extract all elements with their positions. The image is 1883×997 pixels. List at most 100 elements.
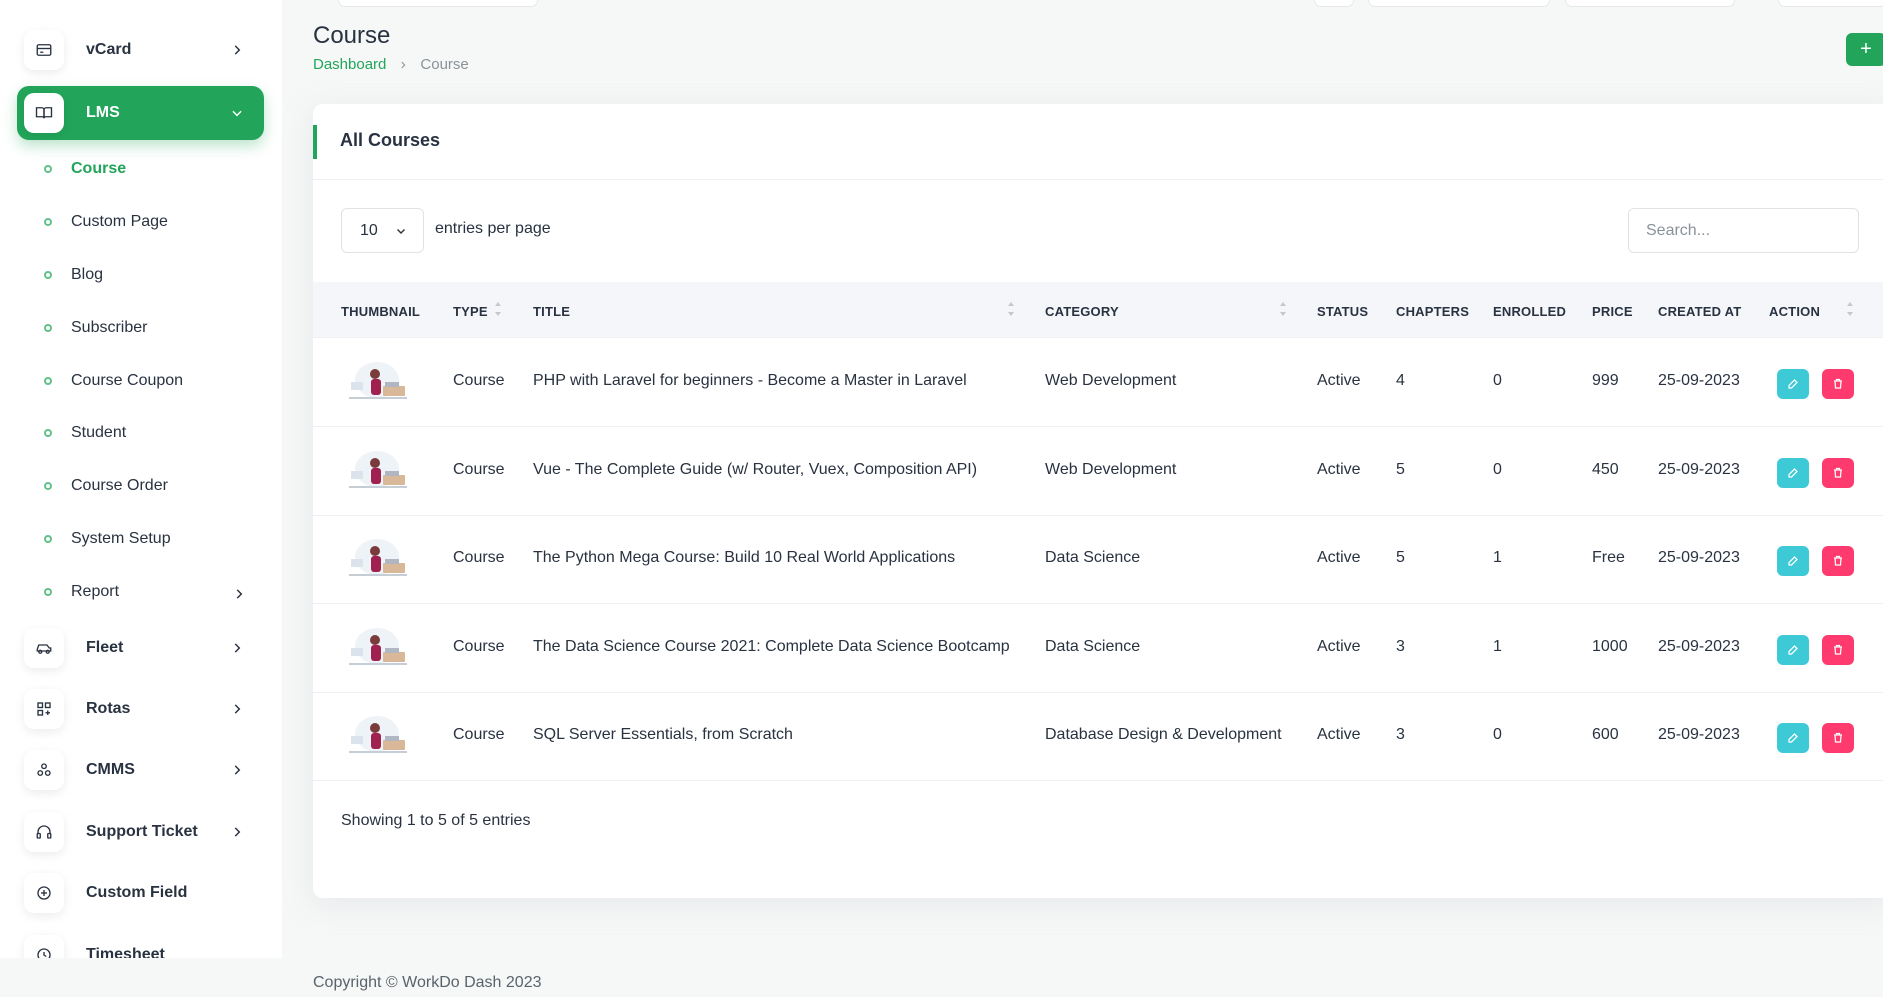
- edit-button[interactable]: [1777, 546, 1809, 576]
- header-menu-stub[interactable]: [1368, 0, 1550, 7]
- breadcrumb-dashboard-link[interactable]: Dashboard: [313, 56, 386, 73]
- column-header-action: ACTION: [1769, 304, 1821, 319]
- pencil-icon: [1788, 379, 1798, 389]
- delete-button[interactable]: [1822, 457, 1854, 488]
- delete-button[interactable]: [1822, 634, 1854, 665]
- sidebar: vCard LMS Course Custom Page Blog Subscr…: [0, 0, 282, 975]
- cell-price: 450: [1592, 460, 1619, 478]
- delete-button[interactable]: [1822, 723, 1854, 753]
- sidebar-item-vcard[interactable]: vCard: [17, 23, 264, 77]
- column-header-type[interactable]: TYPE: [453, 304, 488, 319]
- card-header: All Courses: [313, 104, 1883, 180]
- cell-category: Web Development: [1045, 372, 1177, 389]
- chevron-right-icon: [234, 643, 241, 653]
- search-input[interactable]: [1628, 208, 1859, 253]
- column-header-price[interactable]: PRICE: [1592, 304, 1633, 319]
- lms-sub-student[interactable]: Student: [44, 421, 126, 445]
- cell-chapters: 3: [1396, 637, 1405, 655]
- entries-per-page-select[interactable]: 10: [341, 208, 424, 253]
- sub-item-label: Custom Page: [71, 213, 168, 230]
- lms-sub-system-setup[interactable]: System Setup: [44, 527, 171, 551]
- column-header-created-at[interactable]: CREATED AT: [1658, 304, 1741, 319]
- sub-item-label: System Setup: [71, 530, 171, 547]
- cell-chapters: 5: [1396, 460, 1405, 478]
- cell-price: 1000: [1592, 637, 1628, 655]
- lms-sub-course-coupon[interactable]: Course Coupon: [44, 369, 183, 393]
- lms-sub-course[interactable]: Course: [44, 157, 126, 181]
- trash-icon: [1834, 378, 1842, 389]
- sidebar-item-lms[interactable]: LMS: [17, 86, 264, 140]
- nodes-icon: [24, 750, 64, 790]
- edit-button[interactable]: [1777, 634, 1809, 665]
- lms-sub-report[interactable]: Report: [44, 580, 243, 604]
- sort-icon[interactable]: [1279, 300, 1287, 318]
- footer-bar: [0, 958, 1883, 997]
- sidebar-item-fleet[interactable]: Fleet: [17, 621, 264, 675]
- trash-icon: [1834, 467, 1842, 478]
- header-profile-stub[interactable]: [1778, 0, 1883, 7]
- cell-enrolled: 1: [1493, 549, 1502, 566]
- sidebar-item-label: vCard: [86, 41, 132, 58]
- cell-type: Course: [453, 549, 505, 566]
- sidebar-item-label: LMS: [86, 104, 120, 121]
- column-header-title[interactable]: TITLE: [533, 304, 570, 319]
- course-thumbnail: [345, 712, 409, 760]
- trash-icon: [1834, 732, 1842, 743]
- delete-button[interactable]: [1822, 369, 1854, 399]
- column-header-category[interactable]: CATEGORY: [1045, 304, 1119, 319]
- lms-sub-course-order[interactable]: Course Order: [44, 474, 168, 498]
- grid-plus-icon: [24, 689, 64, 729]
- chevron-right-icon: [234, 827, 241, 837]
- cell-type: Course: [453, 372, 505, 389]
- cell-enrolled: 0: [1493, 726, 1502, 743]
- bullet-icon: [44, 271, 52, 279]
- sidebar-item-label: Fleet: [86, 639, 124, 656]
- cell-chapters: 4: [1396, 372, 1405, 389]
- page-title: Course: [313, 22, 391, 49]
- lms-sub-custom-page[interactable]: Custom Page: [44, 210, 168, 234]
- headset-icon: [24, 812, 64, 852]
- delete-button[interactable]: [1822, 546, 1854, 576]
- lms-sub-blog[interactable]: Blog: [44, 263, 103, 287]
- sub-item-label: Course: [71, 160, 127, 177]
- edit-button[interactable]: [1777, 723, 1809, 753]
- cell-chapters: 3: [1396, 726, 1405, 743]
- card-icon: [24, 30, 64, 70]
- sidebar-item-support-ticket[interactable]: Support Ticket: [17, 805, 264, 859]
- header-button-stub[interactable]: [1314, 0, 1354, 7]
- sub-item-label: Subscriber: [71, 319, 148, 336]
- cell-title: Vue - The Complete Guide (w/ Router, Vue…: [533, 460, 978, 478]
- bullet-icon: [44, 377, 52, 385]
- column-header-enrolled[interactable]: ENROLLED: [1493, 304, 1566, 319]
- column-header-chapters[interactable]: CHAPTERS: [1396, 304, 1469, 319]
- sidebar-item-cmms[interactable]: CMMS: [17, 743, 264, 797]
- column-header-thumbnail[interactable]: THUMBNAIL: [341, 304, 420, 319]
- table-row: Course Vue - The Complete Guide (w/ Route…: [313, 427, 1883, 516]
- sidebar-item-rotas[interactable]: Rotas: [17, 682, 264, 736]
- column-header-status[interactable]: STATUS: [1317, 304, 1368, 319]
- lms-sub-subscriber[interactable]: Subscriber: [44, 316, 147, 340]
- sort-icon[interactable]: [1007, 300, 1015, 318]
- table-row: Course SQL Server Essentials, from Scratc…: [313, 692, 1883, 781]
- sidebar-item-custom-field[interactable]: Custom Field: [17, 866, 264, 920]
- plus-circle-icon: [24, 873, 64, 913]
- sidebar-item-label: Rotas: [86, 700, 131, 717]
- header-menu-stub[interactable]: [1565, 0, 1735, 7]
- cell-chapters: 5: [1396, 549, 1405, 566]
- edit-button[interactable]: [1777, 369, 1809, 399]
- add-course-button[interactable]: +: [1846, 33, 1883, 66]
- sub-item-label: Course Coupon: [71, 372, 184, 389]
- bullet-icon: [44, 218, 52, 226]
- cell-title: PHP with Laravel for beginners - Become …: [533, 372, 967, 389]
- chevron-right-icon: [236, 589, 243, 599]
- course-thumbnail: [345, 446, 409, 495]
- course-thumbnail: [345, 535, 409, 583]
- edit-button[interactable]: [1777, 457, 1809, 488]
- bullet-icon: [44, 588, 52, 596]
- pencil-icon: [1788, 467, 1798, 478]
- cell-enrolled: 0: [1493, 460, 1502, 478]
- cell-price: Free: [1592, 549, 1625, 566]
- sort-icon[interactable]: [494, 300, 502, 318]
- sort-icon[interactable]: [1846, 300, 1854, 318]
- header-search-stub[interactable]: [338, 0, 538, 7]
